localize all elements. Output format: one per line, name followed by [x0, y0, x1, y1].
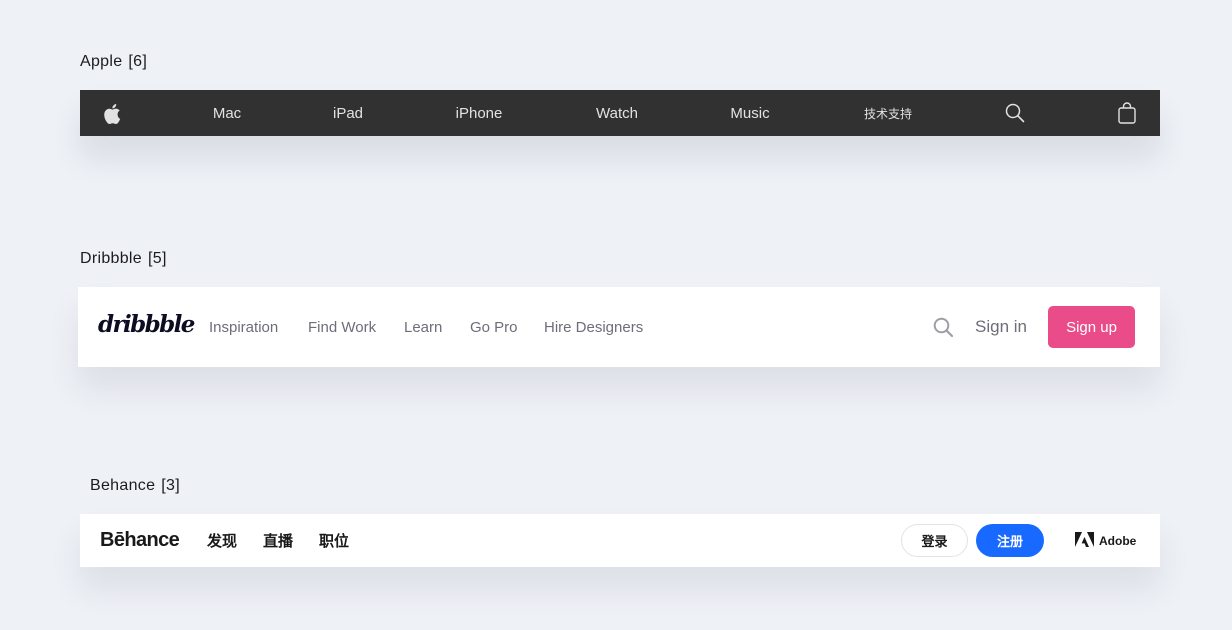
shopping-bag-icon[interactable] — [1118, 90, 1136, 136]
apple-section-count: [6] — [128, 53, 148, 70]
behance-navbar: Bēhance 发现 直播 职位 登录 注册 Adobe — [80, 514, 1160, 567]
apple-section-title: Apple — [80, 53, 123, 70]
dribbble-section-label: Dribbble [5] — [80, 250, 167, 268]
dribbble-navbar: dribbble Inspiration Find Work Learn Go … — [78, 287, 1160, 367]
behance-logo[interactable]: Bēhance — [100, 514, 180, 567]
apple-logo-icon[interactable] — [103, 90, 121, 136]
apple-section-label: Apple [6] — [80, 53, 147, 71]
behance-section-label: Behance [3] — [90, 477, 180, 495]
dribbble-section-count: [5] — [148, 250, 167, 267]
behance-section-count: [3] — [161, 477, 180, 494]
apple-nav-watch[interactable]: Watch — [596, 90, 638, 136]
search-icon[interactable] — [933, 317, 954, 343]
apple-nav-iphone[interactable]: iPhone — [456, 90, 503, 136]
dribbble-nav-find-work[interactable]: Find Work — [308, 287, 376, 367]
dribbble-logo[interactable]: dribbble — [98, 311, 195, 338]
apple-nav-mac[interactable]: Mac — [213, 90, 241, 136]
behance-nav-discover[interactable]: 发现 — [207, 514, 237, 567]
apple-nav-support[interactable]: 技术支持 — [864, 90, 912, 136]
behance-section-title: Behance — [90, 477, 156, 494]
register-button[interactable]: 注册 — [976, 524, 1044, 557]
dribbble-nav-go-pro[interactable]: Go Pro — [470, 287, 518, 367]
login-button[interactable]: 登录 — [901, 524, 968, 557]
adobe-link[interactable]: Adobe — [1075, 514, 1136, 567]
sign-up-button[interactable]: Sign up — [1048, 306, 1135, 348]
adobe-logo-icon — [1075, 531, 1094, 550]
dribbble-nav-learn[interactable]: Learn — [404, 287, 442, 367]
dribbble-nav-inspiration[interactable]: Inspiration — [209, 287, 278, 367]
apple-navbar: Mac iPad iPhone Watch Music 技术支持 — [80, 90, 1160, 136]
behance-nav-live[interactable]: 直播 — [263, 514, 293, 567]
behance-nav-jobs[interactable]: 职位 — [319, 514, 349, 567]
search-icon[interactable] — [1005, 90, 1025, 136]
adobe-label: Adobe — [1099, 533, 1137, 548]
sign-in-link[interactable]: Sign in — [975, 287, 1027, 367]
dribbble-nav-hire-designers[interactable]: Hire Designers — [544, 287, 643, 367]
apple-nav-music[interactable]: Music — [730, 90, 769, 136]
apple-nav-ipad[interactable]: iPad — [333, 90, 363, 136]
dribbble-section-title: Dribbble — [80, 250, 142, 267]
